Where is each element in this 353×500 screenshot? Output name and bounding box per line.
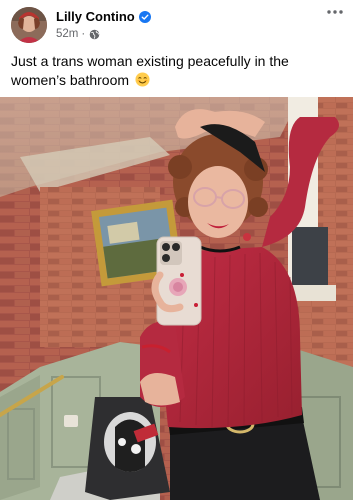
smiling-face-emoji bbox=[135, 72, 150, 87]
post-timestamp[interactable]: 52m bbox=[56, 28, 78, 40]
author-avatar[interactable] bbox=[11, 7, 47, 43]
verified-badge-icon bbox=[138, 10, 151, 23]
avatar-image bbox=[11, 7, 47, 43]
post-caption: Just a trans woman existing peacefully i… bbox=[11, 52, 346, 90]
mirror-selfie-photo bbox=[0, 97, 353, 500]
post-header: Lilly Contino 52m · bbox=[0, 0, 353, 50]
post-meta: 52m · bbox=[56, 28, 100, 40]
more-options-icon[interactable] bbox=[326, 5, 344, 19]
post-photo[interactable] bbox=[0, 97, 353, 500]
author-name[interactable]: Lilly Contino bbox=[56, 9, 135, 24]
meta-separator: · bbox=[81, 28, 86, 40]
globe-icon[interactable] bbox=[89, 29, 100, 40]
